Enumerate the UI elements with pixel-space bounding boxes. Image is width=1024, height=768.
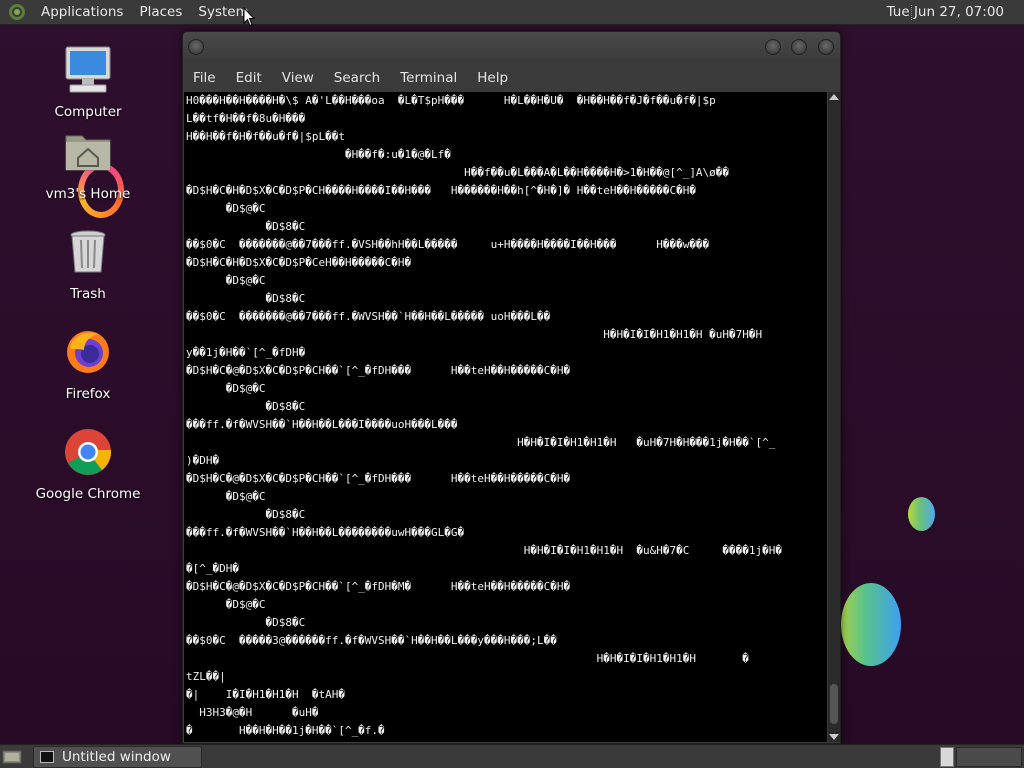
firefox-icon [67, 331, 109, 373]
desktop-icon-label: vm3's Home [45, 186, 131, 202]
mouse-cursor-icon [243, 7, 255, 27]
close-icon[interactable] [818, 39, 834, 55]
minimize-icon[interactable] [765, 39, 781, 55]
menu-search[interactable]: Search [324, 70, 390, 86]
taskbar-window-button[interactable]: Untitled window [33, 746, 202, 768]
trash-icon [70, 230, 106, 273]
terminal-text: H0���H��H����H�\$ A�'L��H���oa �L�T$pH��… [186, 94, 783, 737]
workspace-2[interactable] [956, 747, 1022, 767]
desktop-icon-home[interactable]: vm3's Home [28, 126, 148, 202]
desktop-icon-label: Computer [54, 104, 122, 120]
terminal-menubar: File Edit View Search Terminal Help [183, 62, 840, 94]
terminal-small-icon [40, 751, 54, 763]
decorative-blob [841, 583, 901, 666]
show-desktop-icon[interactable] [2, 749, 22, 765]
applications-menu[interactable]: Applications [33, 0, 131, 25]
chrome-icon [65, 429, 112, 475]
scrollbar-thumb[interactable] [830, 684, 838, 724]
mate-logo-icon[interactable] [8, 3, 26, 21]
desktop-icon-label: Firefox [65, 386, 111, 402]
scroll-up-icon[interactable] [829, 94, 839, 100]
menu-edit[interactable]: Edit [226, 70, 272, 86]
terminal-scrollbar[interactable] [828, 92, 840, 742]
desktop-icon-trash[interactable]: Trash [28, 226, 148, 302]
maximize-icon[interactable] [791, 39, 807, 55]
scroll-down-icon[interactable] [829, 734, 839, 740]
window-titlebar[interactable] [183, 32, 840, 62]
taskbar-window-title: Untitled window [62, 749, 171, 765]
computer-icon [65, 46, 111, 93]
terminal-output[interactable]: H0���H��H����H�\$ A�'L��H���oa �L�T$pH��… [184, 92, 827, 742]
desktop-icon-label: Trash [70, 286, 106, 302]
decorative-blob [908, 497, 935, 531]
window-menu-icon[interactable] [188, 39, 204, 55]
desktop-icon-computer[interactable]: Computer [28, 44, 148, 120]
workspace-1[interactable] [940, 747, 954, 767]
menu-help[interactable]: Help [467, 70, 518, 86]
terminal-window[interactable]: File Edit View Search Terminal Help H0��… [182, 31, 841, 744]
clock[interactable]: Tue Jun 27, 07:00 [887, 0, 1004, 25]
bottom-panel: Untitled window [0, 744, 1024, 768]
menu-file[interactable]: File [183, 70, 226, 86]
menu-view[interactable]: View [272, 70, 324, 86]
home-folder-icon [65, 135, 111, 171]
desktop-icon-chrome[interactable]: Google Chrome [28, 426, 148, 502]
desktop-icon-firefox[interactable]: Firefox [28, 326, 148, 402]
menu-terminal[interactable]: Terminal [390, 70, 467, 86]
desktop-icon-label: Google Chrome [35, 486, 141, 502]
places-menu[interactable]: Places [131, 0, 190, 25]
top-panel: Applications Places System Tue Jun 27, 0… [0, 0, 1024, 25]
